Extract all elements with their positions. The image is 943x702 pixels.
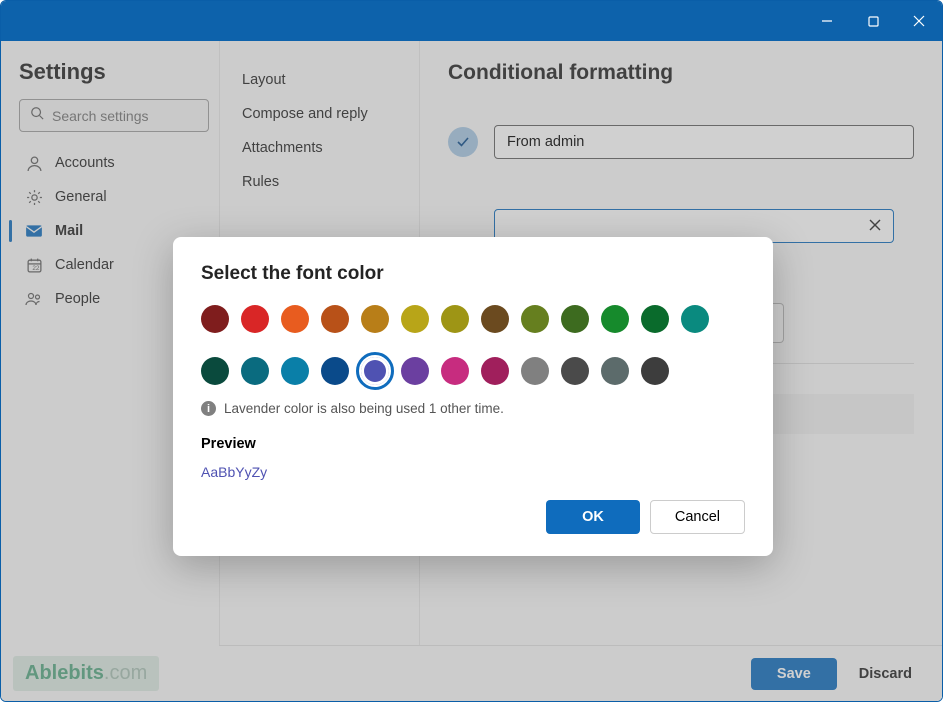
color-swatches <box>201 305 741 385</box>
color-swatch[interactable] <box>441 305 469 333</box>
preview-label: Preview <box>201 436 745 452</box>
color-swatch[interactable] <box>281 357 309 385</box>
dialog-title: Select the font color <box>201 263 745 285</box>
color-swatch[interactable] <box>241 305 269 333</box>
color-swatch[interactable] <box>561 305 589 333</box>
color-swatch[interactable] <box>401 357 429 385</box>
close-button[interactable] <box>896 1 942 41</box>
app-window: Settings Accounts General Mail 22 <box>0 0 943 702</box>
color-swatch[interactable] <box>481 357 509 385</box>
color-swatch[interactable] <box>521 305 549 333</box>
dialog-buttons: OK Cancel <box>201 500 745 534</box>
ok-button[interactable]: OK <box>546 500 640 534</box>
color-swatch[interactable] <box>601 357 629 385</box>
content-area: Settings Accounts General Mail 22 <box>1 41 942 701</box>
info-text: Lavender color is also being used 1 othe… <box>224 401 504 416</box>
close-icon <box>913 15 925 27</box>
cancel-button[interactable]: Cancel <box>650 500 745 534</box>
info-icon: i <box>201 401 216 416</box>
maximize-button[interactable] <box>850 1 896 41</box>
color-swatch[interactable] <box>641 357 669 385</box>
color-picker-dialog: Select the font color i Lavender color i… <box>173 237 773 556</box>
color-swatch[interactable] <box>201 305 229 333</box>
color-swatch[interactable] <box>561 357 589 385</box>
color-swatch[interactable] <box>201 357 229 385</box>
color-swatch[interactable] <box>521 357 549 385</box>
color-swatch[interactable] <box>481 305 509 333</box>
preview-sample-text: AaBbYyZy <box>201 464 745 480</box>
color-swatch[interactable] <box>281 305 309 333</box>
color-swatch[interactable] <box>641 305 669 333</box>
color-swatch[interactable] <box>241 357 269 385</box>
color-swatch[interactable] <box>441 357 469 385</box>
color-swatch[interactable] <box>401 305 429 333</box>
color-swatch[interactable] <box>361 305 389 333</box>
color-swatch[interactable] <box>681 305 709 333</box>
color-swatch[interactable] <box>321 357 349 385</box>
info-row: i Lavender color is also being used 1 ot… <box>201 401 745 416</box>
color-swatch[interactable] <box>321 305 349 333</box>
color-swatch[interactable] <box>361 357 389 385</box>
minimize-icon <box>821 15 833 27</box>
maximize-icon <box>868 16 879 27</box>
titlebar <box>1 1 942 41</box>
color-swatch[interactable] <box>601 305 629 333</box>
minimize-button[interactable] <box>804 1 850 41</box>
